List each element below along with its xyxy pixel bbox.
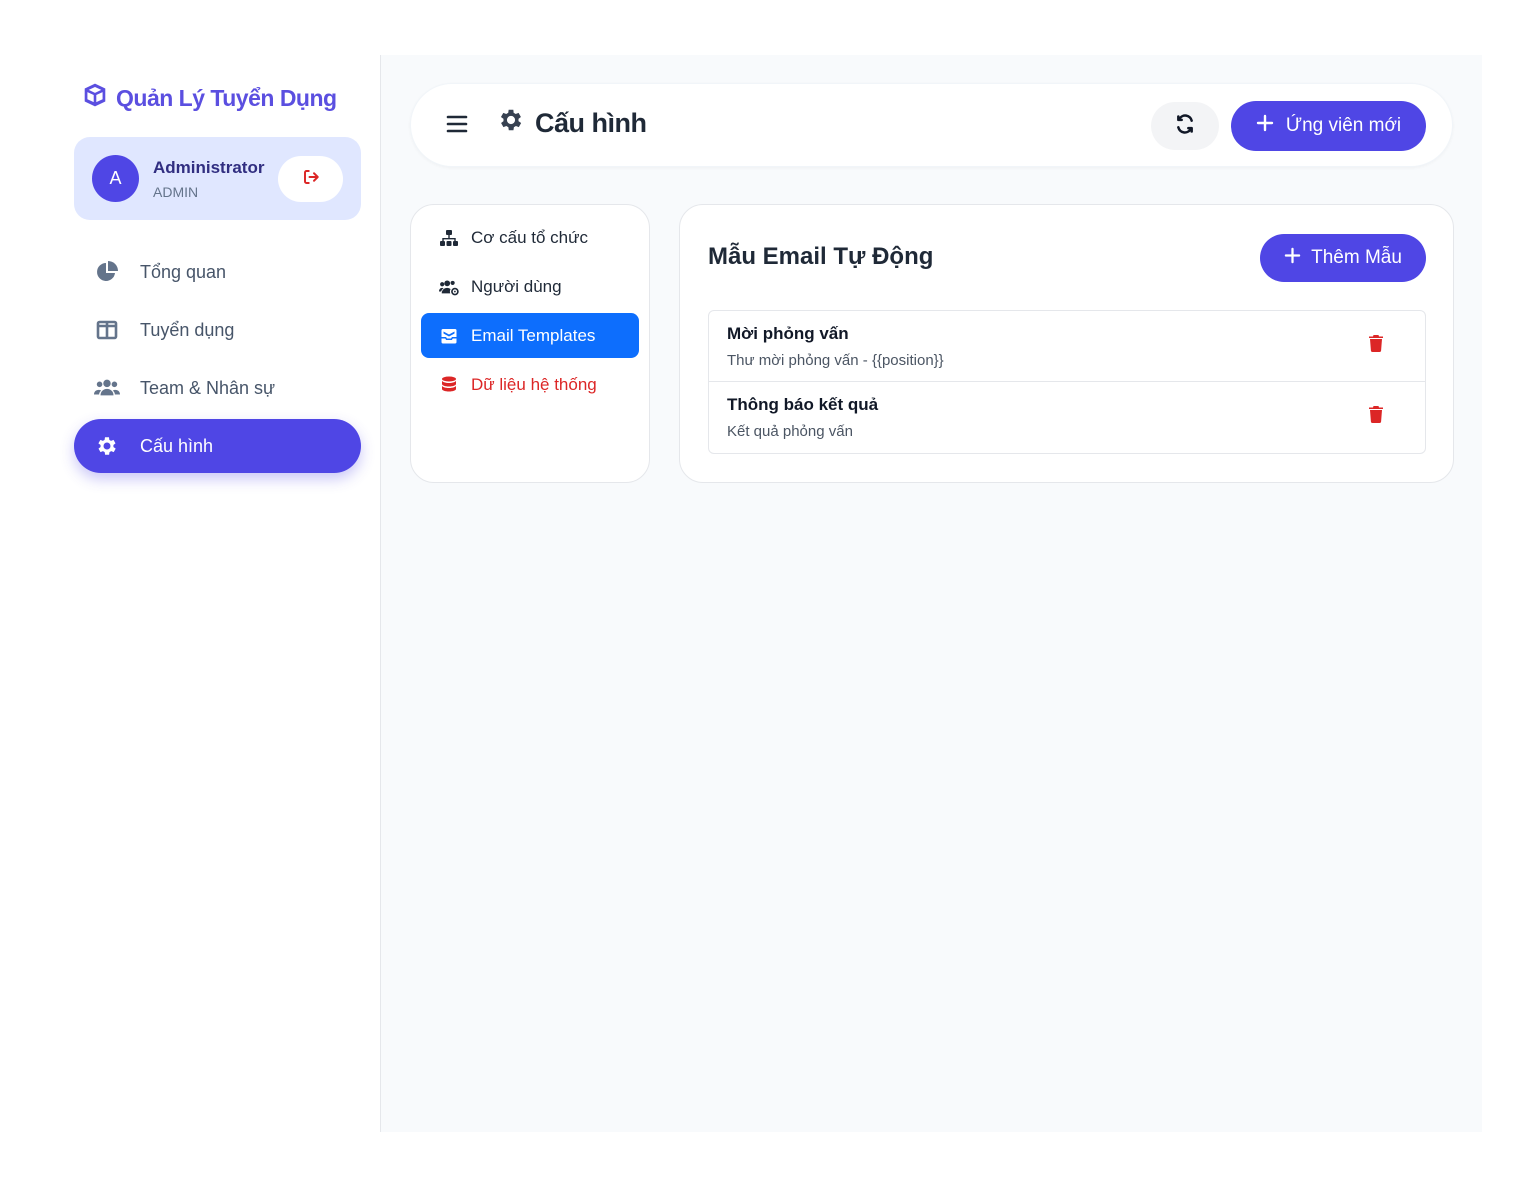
refresh-button[interactable] [1151, 102, 1219, 150]
new-candidate-label: Ứng viên mới [1285, 115, 1402, 136]
sidebar-item-recruitment[interactable]: Tuyển dụng [74, 303, 361, 357]
brand-name: Quản Lý Tuyển Dụng [116, 84, 337, 111]
settings-tab-email-templates[interactable]: Email Templates [421, 313, 639, 358]
main-content: Cấu hình Ứng viên mới Cơ cấu tổ chức Ngư… [381, 55, 1482, 1132]
settings-tab-label: Người dùng [471, 276, 562, 296]
panel-title: Mẫu Email Tự Động [708, 243, 934, 270]
sitemap-icon [439, 228, 459, 248]
sign-out-icon [302, 168, 320, 191]
settings-tab-label: Dữ liệu hệ thống [471, 374, 597, 394]
template-subject: Kết quả phỏng vấn [727, 423, 853, 440]
page-title-text: Cấu hình [535, 108, 647, 138]
settings-nav: Cơ cấu tổ chức Người dùng Email Template… [410, 204, 650, 483]
avatar: A [92, 155, 139, 202]
sidebar-item-overview[interactable]: Tổng quan [74, 245, 361, 299]
settings-tab-users[interactable]: Người dùng [421, 264, 639, 309]
sidebar-nav: Tổng quan Tuyển dụng Team & Nhân sự Cấu … [74, 245, 361, 477]
sidebar-item-label: Tuyển dụng [140, 319, 235, 340]
sidebar-item-settings[interactable]: Cấu hình [74, 419, 361, 473]
sidebar-item-label: Tổng quan [140, 261, 227, 282]
envelope-open-icon [439, 326, 459, 346]
sidebar: Quản Lý Tuyển Dụng A Administrator ADMIN… [55, 55, 381, 1132]
app-window: Quản Lý Tuyển Dụng A Administrator ADMIN… [55, 55, 1482, 1132]
email-templates-panel: Mẫu Email Tự Động Thêm Mẫu Mời phỏng vấn… [679, 204, 1454, 483]
delete-template-button[interactable] [1365, 406, 1387, 428]
sidebar-item-label: Team & Nhân sự [140, 377, 276, 398]
user-name: Administrator [153, 157, 265, 177]
logout-button[interactable] [278, 156, 343, 202]
settings-tab-system-data[interactable]: Dữ liệu hệ thống [421, 362, 639, 407]
add-template-button[interactable]: Thêm Mẫu [1260, 234, 1426, 282]
settings-tab-label: Email Templates [471, 325, 596, 345]
trash-icon [1369, 406, 1383, 428]
top-bar: Cấu hình Ứng viên mới [410, 83, 1453, 167]
columns-icon [94, 317, 120, 343]
sidebar-item-label: Cấu hình [140, 435, 214, 456]
template-subject: Thư mời phỏng vấn - {{position}} [727, 352, 944, 369]
refresh-icon [1175, 113, 1195, 139]
pie-chart-icon [94, 259, 120, 285]
template-name: Mời phỏng vấn [727, 324, 849, 343]
delete-template-button[interactable] [1365, 335, 1387, 357]
user-card: A Administrator ADMIN [74, 137, 361, 220]
brand[interactable]: Quản Lý Tuyển Dụng [82, 82, 337, 114]
add-template-label: Thêm Mẫu [1311, 247, 1402, 268]
template-row[interactable]: Thông báo kết quả Kết quả phỏng vấn [709, 382, 1425, 453]
settings-tab-organization[interactable]: Cơ cấu tổ chức [421, 215, 639, 260]
sidebar-item-team[interactable]: Team & Nhân sự [74, 361, 361, 415]
settings-tab-label: Cơ cấu tổ chức [471, 227, 589, 247]
database-icon [439, 375, 459, 395]
template-name: Thông báo kết quả [727, 395, 879, 414]
users-cog-icon [439, 277, 459, 297]
page-title: Cấu hình [497, 106, 647, 141]
cube-icon [82, 82, 108, 114]
template-row[interactable]: Mời phỏng vấn Thư mời phỏng vấn - {{posi… [709, 311, 1425, 382]
trash-icon [1369, 335, 1383, 357]
plus-icon [1284, 247, 1301, 270]
menu-toggle-button[interactable] [443, 112, 471, 140]
template-list: Mời phỏng vấn Thư mời phỏng vấn - {{posi… [708, 310, 1426, 454]
gear-icon [94, 433, 120, 459]
gear-icon [497, 106, 525, 141]
plus-icon [1256, 114, 1274, 138]
new-candidate-button[interactable]: Ứng viên mới [1231, 101, 1426, 151]
hamburger-icon [446, 114, 468, 139]
users-icon [94, 375, 120, 401]
user-role: ADMIN [153, 183, 199, 200]
